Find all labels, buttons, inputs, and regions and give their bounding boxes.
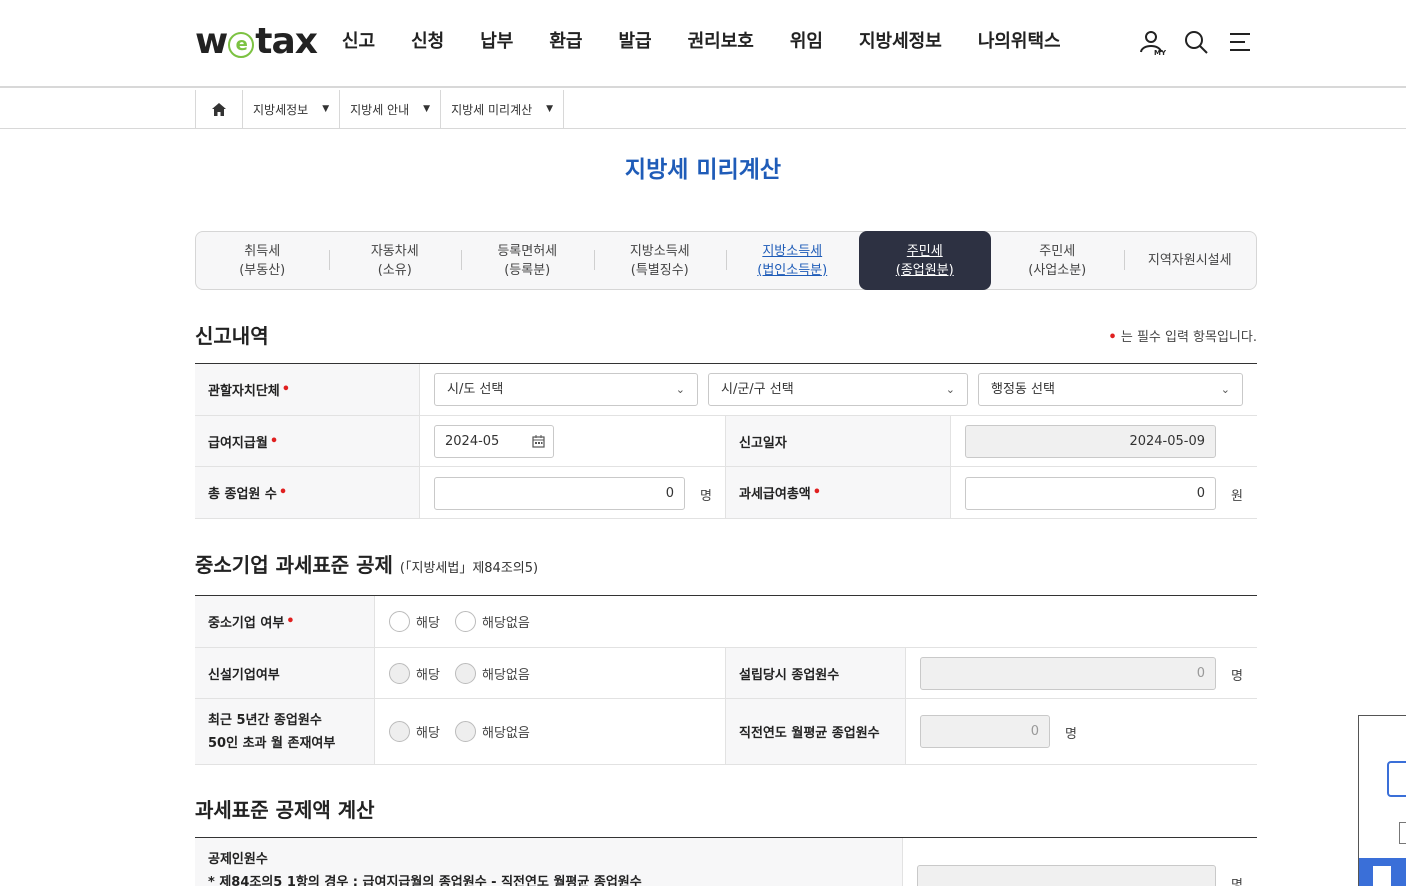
- nav-item-delegate[interactable]: 위임: [790, 28, 823, 56]
- report-section-title: 신고내역: [195, 324, 269, 348]
- floating-helper-widget[interactable]: [1358, 715, 1406, 886]
- sigungu-select[interactable]: 시/군/구 선택 ⌄: [708, 373, 968, 406]
- wetax-logo[interactable]: w e tax: [195, 22, 318, 62]
- radio-circle: [389, 721, 410, 742]
- breadcrumb: 지방세정보 ▼ 지방세 안내 ▼ 지방세 미리계산 ▼: [195, 90, 565, 128]
- tax-type-tabs: 취득세 (부동산) 자동차세 (소유) 등록면허세 (등록분) 지방소득세 (특…: [195, 231, 1257, 290]
- tab-regional-resource-tax[interactable]: 지역자원시설세: [1123, 232, 1257, 289]
- form-row: 관할자치단체 • 시/도 선택 ⌄ 시/군/구 선택 ⌄ 행정동 선택 ⌄: [195, 364, 1257, 416]
- main-nav: 신고 신청 납부 환급 발급 권리보호 위임 지방세정보 나의위택스: [342, 28, 1097, 56]
- page-title: 지방세 미리계산: [624, 157, 782, 183]
- tab-local-income-corporate[interactable]: 지방소득세 (법인소득분): [726, 232, 859, 289]
- founding-employees-input: 0: [920, 657, 1216, 690]
- over50-yes-radio[interactable]: 해당: [389, 721, 440, 742]
- deduction-form: 공제인원수 * 제84조의5 1항의 경우 : 급여지급월의 종업원수 - 직전…: [195, 837, 1257, 886]
- form-row: 급여지급월 • 2024-05 신고일자 2024-05-09: [195, 416, 1257, 467]
- sme-no-radio[interactable]: 해당없음: [455, 611, 530, 632]
- prev-avg-unit: 명: [1065, 727, 1077, 742]
- svg-text:MY: MY: [1154, 49, 1166, 56]
- deduction-desc: * 제84조의5 1항의 경우 : 급여지급월의 종업원수 - 직전연도 월평균…: [208, 875, 642, 886]
- radio-circle: [455, 611, 476, 632]
- site-header: w e tax 신고 신청 납부 환급 발급 권리보호 위임 지방세정보 나의위택스…: [0, 0, 1406, 88]
- chevron-down-icon: ⌄: [675, 383, 685, 396]
- salary-label: 과세급여총액: [739, 487, 811, 502]
- nav-item-issue[interactable]: 발급: [619, 28, 652, 56]
- pay-month-input[interactable]: 2024-05: [434, 425, 554, 458]
- sme-yes-radio[interactable]: 해당: [389, 611, 440, 632]
- prev-avg-label: 직전연도 월평균 종업원수: [726, 699, 905, 764]
- tab-vehicle-tax[interactable]: 자동차세 (소유): [328, 232, 462, 289]
- over50-no-radio[interactable]: 해당없음: [455, 721, 530, 742]
- sme-label: 중소기업 여부: [208, 616, 285, 631]
- monitor-icon: [1387, 761, 1406, 797]
- nav-item-local-tax-info[interactable]: 지방세정보: [859, 28, 942, 56]
- nav-item-my-wetax[interactable]: 나의위택스: [978, 28, 1061, 56]
- required-note: • 는 필수 입력 항목입니다.: [1108, 330, 1257, 345]
- checkbox-icon: [1399, 822, 1406, 844]
- menu-icon[interactable]: [1226, 28, 1254, 56]
- widget-button[interactable]: [1359, 858, 1406, 886]
- form-row: 총 종업원 수 • 0 명 과세급여총액 • 0 원: [195, 467, 1257, 519]
- employees-unit: 명: [700, 489, 712, 504]
- breadcrumb-local-tax-guide[interactable]: 지방세 안내 ▼: [340, 90, 442, 128]
- nav-item-report[interactable]: 신고: [342, 28, 375, 56]
- deduction-count-input: [917, 865, 1216, 886]
- form-row: 중소기업 여부 • 해당 해당없음: [195, 596, 1257, 648]
- form-row: 신설기업여부 해당 해당없음 설립당시 종업원수 0 명: [195, 648, 1257, 699]
- calendar-icon: [532, 435, 545, 448]
- tab-resident-tax-employee[interactable]: 주민세 (종업원분): [858, 231, 991, 290]
- salary-input[interactable]: 0: [965, 477, 1216, 510]
- chevron-down-icon: ⌄: [1220, 383, 1230, 396]
- dong-select[interactable]: 행정동 선택 ⌄: [978, 373, 1243, 406]
- my-page-icon[interactable]: MY: [1138, 28, 1166, 56]
- prev-avg-input: 0: [920, 715, 1050, 748]
- caret-down-icon: ▼: [546, 104, 554, 114]
- tab-registration-tax[interactable]: 등록면허세 (등록분): [461, 232, 594, 289]
- form-row: 공제인원수 * 제84조의5 1항의 경우 : 급여지급월의 종업원수 - 직전…: [195, 838, 1257, 886]
- radio-circle: [455, 721, 476, 742]
- form-row: 최근 5년간 종업원수 50인 초과 월 존재여부 해당 해당없음 직전연도 월…: [195, 699, 1257, 765]
- sme-form: 중소기업 여부 • 해당 해당없음 신설기업여부 해당 해당없음 설립당시 종업원…: [195, 595, 1257, 765]
- nav-item-refund[interactable]: 환급: [549, 28, 582, 56]
- tab-acquisition-tax[interactable]: 취득세 (부동산): [196, 232, 329, 289]
- employees-label: 총 종업원 수: [208, 487, 277, 502]
- new-company-yes-radio[interactable]: 해당: [389, 663, 440, 684]
- radio-circle: [455, 663, 476, 684]
- new-company-label: 신설기업여부: [195, 648, 374, 698]
- breadcrumb-local-tax-info[interactable]: 지방세정보 ▼: [243, 90, 341, 128]
- over50-label: 최근 5년간 종업원수 50인 초과 월 존재여부: [195, 699, 374, 764]
- home-button[interactable]: [196, 90, 243, 128]
- report-date-label: 신고일자: [726, 416, 950, 466]
- nav-item-pay[interactable]: 납부: [480, 28, 513, 56]
- caret-down-icon: ▼: [423, 104, 431, 114]
- report-form: 관할자치단체 • 시/도 선택 ⌄ 시/군/구 선택 ⌄ 행정동 선택 ⌄ 급여지급월 •…: [195, 363, 1257, 519]
- tab-local-income-withholding[interactable]: 지방소득세 (특별징수): [593, 232, 727, 289]
- breadcrumb-bar: 지방세정보 ▼ 지방세 안내 ▼ 지방세 미리계산 ▼: [0, 90, 1406, 129]
- deduction-section-title: 과세표준 공제액 계산: [195, 798, 375, 822]
- sme-section-title: 중소기업 과세표준 공제 (「지방세법」제84조의5): [195, 553, 539, 577]
- pay-month-label: 급여지급월: [208, 435, 268, 451]
- jurisdiction-label: 관할자치단체: [208, 384, 280, 399]
- sido-select[interactable]: 시/도 선택 ⌄: [434, 373, 698, 406]
- founding-employees-label: 설립당시 종업원수: [726, 648, 905, 698]
- nav-item-apply[interactable]: 신청: [411, 28, 444, 56]
- chevron-down-icon: ⌄: [945, 383, 955, 396]
- caret-down-icon: ▼: [322, 104, 330, 114]
- law-reference: (「지방세법」제84조의5): [399, 561, 539, 576]
- search-icon[interactable]: [1182, 28, 1210, 56]
- employees-input[interactable]: 0: [434, 477, 685, 510]
- radio-circle: [389, 663, 410, 684]
- nav-item-rights[interactable]: 권리보호: [688, 28, 754, 56]
- report-date-input: 2024-05-09: [965, 425, 1216, 458]
- new-company-no-radio[interactable]: 해당없음: [455, 663, 530, 684]
- radio-circle: [389, 611, 410, 632]
- deduction-label: 공제인원수: [208, 852, 268, 867]
- salary-unit: 원: [1231, 489, 1243, 504]
- home-icon: [212, 102, 226, 116]
- breadcrumb-tax-calculator[interactable]: 지방세 미리계산 ▼: [441, 90, 565, 128]
- deduction-unit: 명: [1231, 878, 1243, 886]
- tab-resident-tax-business[interactable]: 주민세 (사업소분): [991, 232, 1124, 289]
- founding-employees-unit: 명: [1231, 669, 1243, 684]
